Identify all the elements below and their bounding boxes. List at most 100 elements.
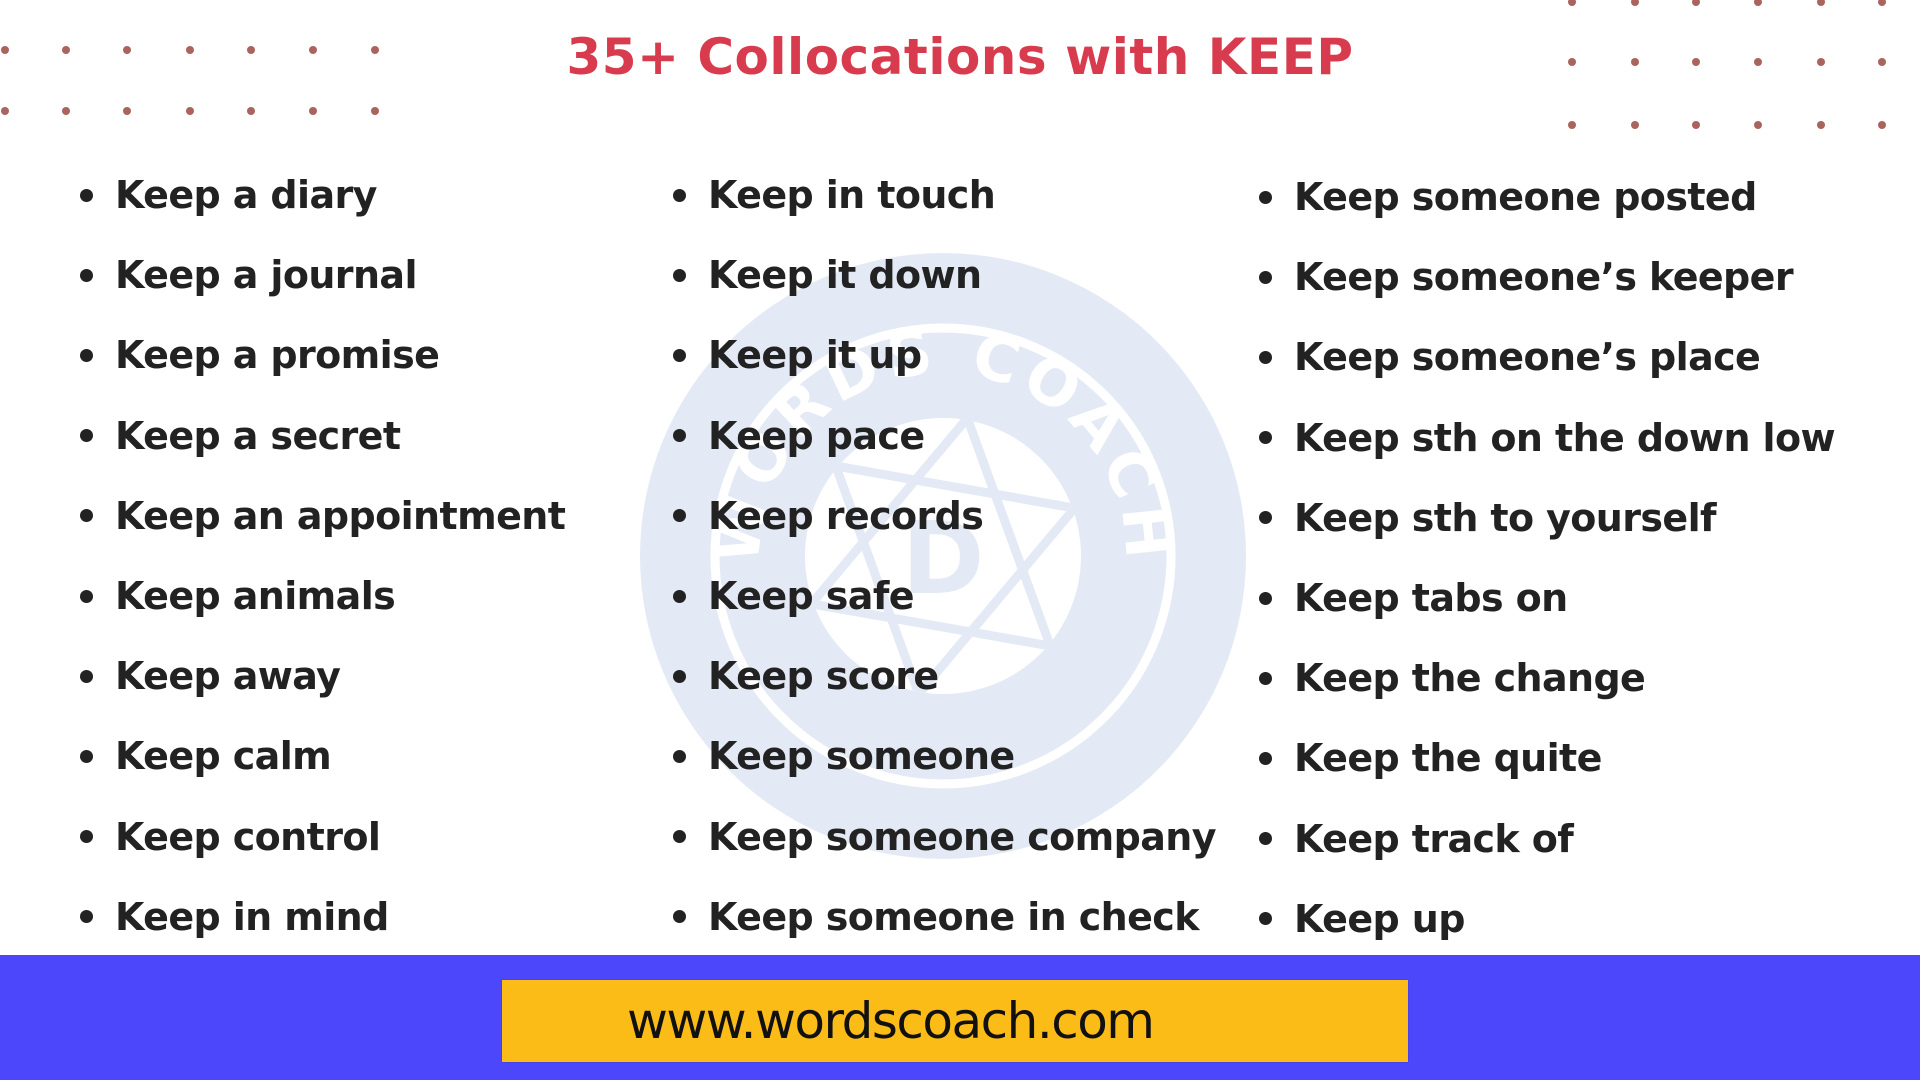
collocation-text: Keep it up [708, 333, 922, 378]
decorative-dot [123, 107, 131, 115]
list-item: Keep in mind [80, 887, 389, 947]
list-item: Keep someone’s keeper [1259, 247, 1794, 307]
bullet-icon [1259, 270, 1272, 284]
list-item: Keep records [673, 486, 984, 546]
bullet-icon [673, 669, 686, 683]
decorative-dot [1631, 0, 1639, 6]
collocation-text: Keep animals [115, 574, 396, 618]
bullet-icon [673, 429, 686, 443]
collocation-text: Keep sth to yourself [1294, 495, 1717, 540]
list-item: Keep up [1259, 889, 1465, 949]
bullet-icon [1259, 190, 1272, 204]
collocation-text: Keep records [708, 493, 984, 538]
collocation-text: Keep in mind [115, 894, 389, 939]
decorative-dot [1817, 121, 1825, 129]
decorative-dot [247, 107, 255, 115]
list-item: Keep control [80, 807, 381, 867]
bullet-icon [1259, 671, 1272, 685]
bullet-icon [1259, 350, 1272, 364]
bullet-icon [673, 589, 686, 603]
list-item: Keep an appointment [80, 486, 566, 546]
list-item: Keep sth on the down low [1259, 408, 1836, 468]
bullet-icon [1259, 591, 1272, 605]
collocation-text: Keep in touch [708, 173, 996, 217]
decorative-dot [1878, 0, 1886, 6]
collocation-text: Keep someone [708, 734, 1015, 779]
collocation-text: Keep control [115, 814, 381, 859]
list-item: Keep animals [80, 566, 396, 626]
website-url-box[interactable]: www.wordscoach.com [502, 980, 1408, 1062]
list-item: Keep a journal [80, 245, 417, 305]
collocation-text: Keep a journal [115, 253, 417, 298]
collocation-text: Keep a secret [115, 413, 401, 458]
decorative-dot [1878, 121, 1886, 129]
list-item: Keep track of [1259, 809, 1574, 869]
collocation-text: Keep the quite [1294, 736, 1602, 781]
decorative-dot [62, 107, 70, 115]
collocation-text: Keep it down [708, 253, 982, 298]
decorative-dot [371, 107, 379, 115]
list-item: Keep away [80, 646, 341, 706]
collocation-text: Keep the change [1294, 656, 1646, 701]
bullet-icon [673, 830, 686, 844]
list-item: Keep someone posted [1259, 167, 1757, 227]
decorative-dot [1692, 0, 1700, 6]
list-item: Keep in touch [673, 165, 996, 225]
list-item: Keep score [673, 646, 939, 706]
decorative-dot [1692, 121, 1700, 129]
website-url[interactable]: www.wordscoach.com [627, 980, 1155, 1062]
decorative-dot [1817, 0, 1825, 6]
bullet-icon [673, 348, 686, 362]
bullet-icon [1259, 431, 1272, 445]
list-item: Keep sth to yourself [1259, 488, 1717, 548]
decorative-dot [1568, 0, 1576, 6]
bullet-icon [80, 669, 93, 683]
bullet-icon [673, 268, 686, 282]
collocation-text: Keep score [708, 654, 939, 699]
collocation-text: Keep someone posted [1294, 175, 1757, 219]
bullet-icon [80, 749, 93, 763]
collocation-text: Keep track of [1294, 816, 1574, 861]
bullet-icon [80, 830, 93, 844]
decorative-dot [1754, 121, 1762, 129]
bullet-icon [80, 429, 93, 443]
bullet-icon [80, 188, 93, 202]
bullet-icon [673, 749, 686, 763]
collocation-text: Keep someone company [708, 814, 1217, 859]
bullet-icon [673, 188, 686, 202]
decorative-dot [1631, 121, 1639, 129]
bullet-icon [80, 589, 93, 603]
list-item: Keep calm [80, 726, 332, 786]
list-item: Keep a secret [80, 406, 401, 466]
page-title: 35+ Collocations with KEEP [566, 28, 1354, 86]
list-item: Keep a diary [80, 165, 377, 225]
decorative-dot [1568, 121, 1576, 129]
collocation-text: Keep pace [708, 413, 925, 458]
bullet-icon [1259, 751, 1272, 765]
collocation-text: Keep sth on the down low [1294, 415, 1836, 460]
list-item: Keep the change [1259, 648, 1646, 708]
bullet-icon [80, 509, 93, 523]
list-item: Keep a promise [80, 325, 440, 385]
bullet-icon [673, 509, 686, 523]
list-item: Keep someone company [673, 807, 1217, 867]
bullet-icon [80, 268, 93, 282]
bullet-icon [1259, 832, 1272, 846]
list-item: Keep it up [673, 325, 922, 385]
bullet-icon [80, 910, 93, 924]
list-item: Keep the quite [1259, 728, 1602, 788]
collocation-text: Keep someone in check [708, 894, 1199, 939]
list-item: Keep someone [673, 726, 1015, 786]
decorative-dot [186, 107, 194, 115]
decorative-dot [1, 107, 9, 115]
list-item: Keep pace [673, 406, 925, 466]
decorative-dot [1754, 0, 1762, 6]
list-item: Keep tabs on [1259, 568, 1568, 628]
bullet-icon [1259, 912, 1272, 926]
list-item: Keep someone in check [673, 887, 1199, 947]
collocation-text: Keep safe [708, 574, 915, 618]
decorative-dot [309, 107, 317, 115]
bullet-icon [80, 348, 93, 362]
collocation-text: Keep calm [115, 734, 332, 779]
collocation-text: Keep a diary [115, 173, 377, 217]
